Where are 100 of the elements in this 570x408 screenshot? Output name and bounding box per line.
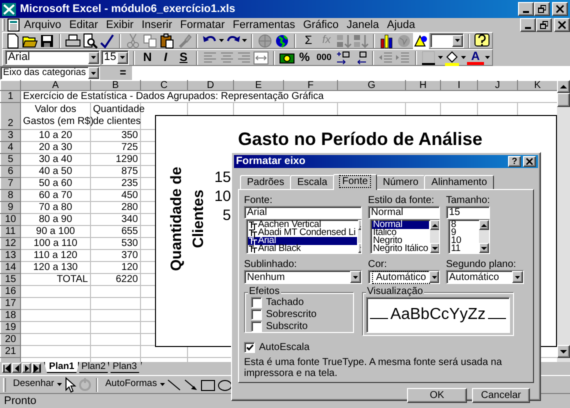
row-header[interactable]: 20: [0, 334, 20, 346]
row-header[interactable]: 14: [0, 262, 20, 274]
chart-title[interactable]: Gasto no Período de Análise: [238, 130, 482, 150]
field-label: Sublinhado:: [244, 259, 298, 270]
text-field[interactable]: Arial: [244, 206, 362, 219]
underline-button[interactable]: S: [175, 50, 192, 64]
list-option[interactable]: 9: [450, 229, 478, 237]
table-cell: 350: [90, 130, 140, 142]
equals-button[interactable]: =: [116, 66, 130, 80]
sheet-tab[interactable]: Plan2: [76, 362, 111, 373]
font-name-field[interactable]: Arial: [5, 50, 100, 65]
column-header[interactable]: A: [20, 80, 90, 90]
text-field[interactable]: Normal: [368, 206, 440, 219]
column-header[interactable]: F: [284, 80, 338, 90]
row-header[interactable]: 12: [0, 238, 20, 250]
status-text: Pronto: [4, 394, 36, 408]
list-option[interactable]: 11: [450, 245, 478, 253]
row-header[interactable]: 2: [0, 102, 20, 130]
italic-button[interactable]: I: [157, 50, 174, 64]
column-header[interactable]: I: [440, 80, 478, 90]
field-label: Tamanho:: [446, 195, 491, 206]
list-option[interactable]: Negrito: [372, 237, 430, 245]
row-header[interactable]: 15: [0, 274, 20, 286]
menu-item[interactable]: Formatar: [176, 18, 229, 32]
column-header[interactable]: D: [188, 80, 234, 90]
row-header[interactable]: 6: [0, 166, 20, 178]
column-header[interactable]: J: [478, 80, 518, 90]
list-option[interactable]: 8: [450, 221, 478, 229]
table-cell: 110 a 120: [20, 250, 90, 262]
column-header[interactable]: E: [234, 80, 284, 90]
list-option[interactable]: Abadi MT Condensed Li: [248, 229, 357, 237]
row-header[interactable]: 1: [0, 90, 20, 102]
row-header[interactable]: 4: [0, 142, 20, 154]
checkbox-label[interactable]: AutoEscala: [259, 342, 310, 352]
menu-item[interactable]: Editar: [65, 18, 102, 32]
menu-item[interactable]: Exibir: [102, 18, 138, 32]
menu-item[interactable]: Janela: [342, 18, 383, 32]
column-header[interactable]: H: [406, 80, 440, 90]
text-field[interactable]: 15: [446, 206, 490, 219]
row-header[interactable]: 9: [0, 202, 20, 214]
autosum-button[interactable]: Σ: [300, 34, 317, 48]
sheet-tab[interactable]: Plan1: [44, 362, 80, 373]
dialog-tab[interactable]: Fonte: [333, 174, 377, 190]
table-cell: 530: [90, 238, 140, 250]
list-option[interactable]: Negrito Itálico: [372, 245, 430, 253]
help-button[interactable]: ?: [508, 156, 521, 167]
thousands-button[interactable]: 000: [314, 52, 334, 62]
bold-button[interactable]: N: [139, 50, 156, 64]
menu-item[interactable]: Arquivo: [20, 18, 66, 32]
row-header[interactable]: 7: [0, 178, 20, 190]
row-header[interactable]: 21: [0, 346, 20, 358]
font-size-field[interactable]: 15: [101, 50, 129, 65]
menu-item[interactable]: Ferramentas: [228, 18, 300, 32]
table-cell: 370: [90, 250, 140, 262]
row-header[interactable]: 16: [0, 286, 20, 298]
menu-item[interactable]: Inserir: [138, 18, 176, 32]
table-cell: 90 a 100: [20, 226, 90, 238]
autoshapes-button[interactable]: AutoFormas: [102, 379, 159, 390]
row-header[interactable]: 8: [0, 190, 20, 202]
list-option[interactable]: Normal: [372, 221, 430, 229]
percent-button[interactable]: %: [296, 50, 313, 64]
list-option[interactable]: 10: [450, 237, 478, 245]
column-header[interactable]: B: [90, 80, 140, 90]
table-cell: 875: [90, 166, 140, 178]
column-header[interactable]: C: [140, 80, 188, 90]
checkbox-label[interactable]: Tachado: [266, 296, 304, 308]
dropdown-field[interactable]: Automático: [446, 270, 524, 284]
row-header[interactable]: 18: [0, 310, 20, 322]
ok-button[interactable]: OK: [407, 388, 467, 403]
dialog-tab[interactable]: Escala: [290, 175, 334, 189]
list-option[interactable]: Itálico: [372, 229, 430, 237]
group-label: Efeitos: [248, 287, 281, 297]
axis-title[interactable]: Quantidade de Clientes: [166, 156, 210, 281]
checkbox-label[interactable]: Sobrescrito: [266, 308, 317, 320]
tick-label: 15: [214, 170, 231, 186]
table-cell: TOTAL: [20, 274, 90, 286]
menu-item[interactable]: Gráfico: [299, 18, 343, 32]
dialog-tab[interactable]: Alinhamento: [424, 175, 494, 189]
checkbox-label[interactable]: Subscrito: [266, 320, 308, 332]
row-header[interactable]: 17: [0, 298, 20, 310]
table-cell: 40 a 50: [20, 166, 90, 178]
row-header[interactable]: 11: [0, 226, 20, 238]
row-header[interactable]: 3: [0, 130, 20, 142]
column-header[interactable]: K: [518, 80, 557, 90]
dialog-tab[interactable]: Padrões: [240, 175, 292, 189]
row-header[interactable]: 10: [0, 214, 20, 226]
dropdown-field[interactable]: Nenhum: [244, 270, 362, 284]
list-option[interactable]: Arial Black: [248, 245, 357, 253]
dialog-title: Formatar eixo: [236, 156, 306, 168]
menu-item[interactable]: Ajuda: [383, 18, 420, 32]
row-header[interactable]: 13: [0, 250, 20, 262]
sheet-tab[interactable]: Plan3: [108, 362, 142, 373]
name-box[interactable]: Eixo das categorias: [0, 66, 100, 80]
row-header[interactable]: 19: [0, 322, 20, 334]
cancel-button[interactable]: Cancelar: [472, 388, 530, 403]
dropdown-field[interactable]: Automático: [368, 270, 440, 284]
draw-menu-button[interactable]: Desenhar: [7, 379, 56, 390]
column-header[interactable]: G: [338, 80, 406, 90]
list-option[interactable]: Aachen Vertical: [248, 221, 357, 229]
row-header[interactable]: 5: [0, 154, 20, 166]
